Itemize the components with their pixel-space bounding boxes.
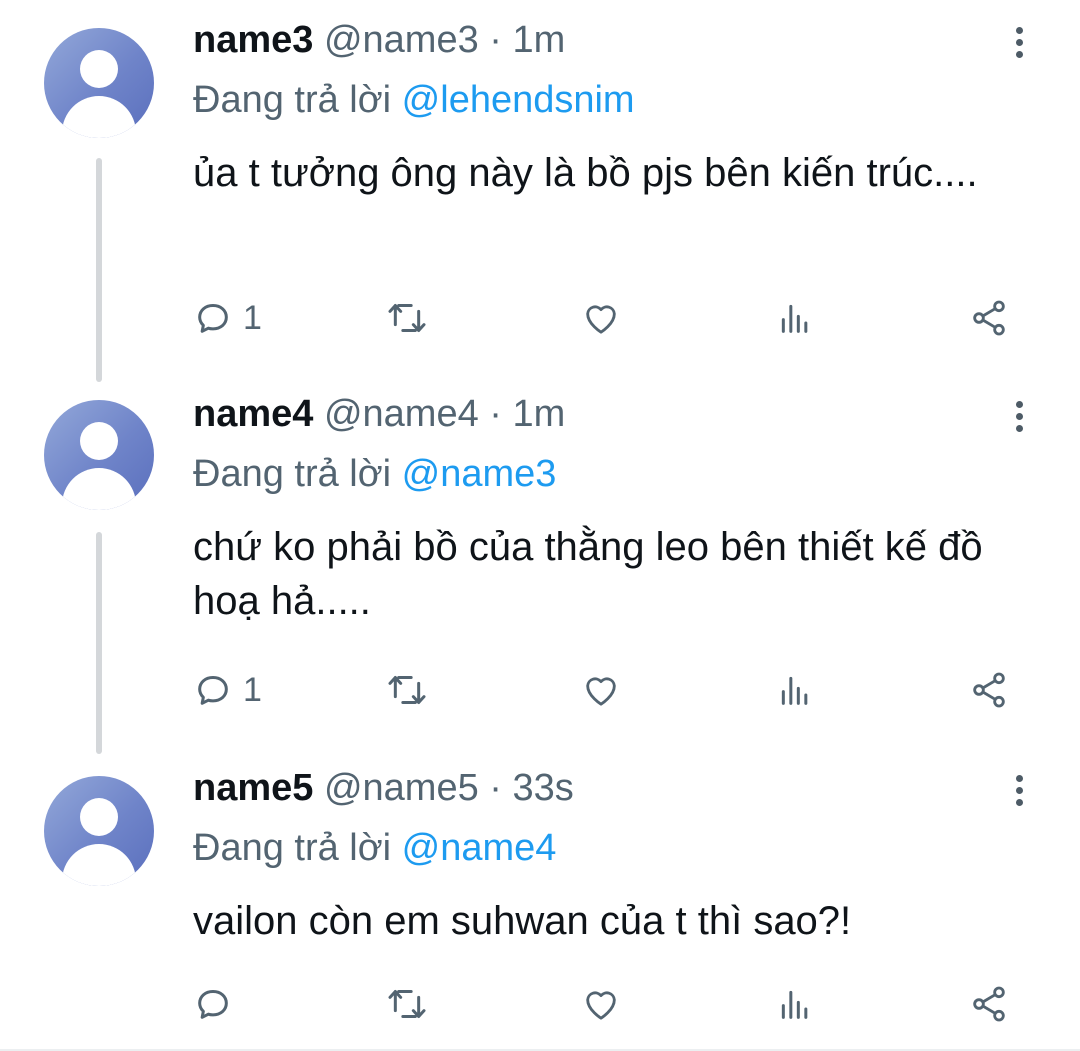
more-icon[interactable] — [1010, 22, 1030, 62]
share-icon — [973, 300, 1005, 336]
action-bar: 1 — [193, 668, 1023, 712]
reply-button[interactable] — [193, 982, 243, 1026]
tweet-text: chứ ko phải bồ của thằng leo bên thiết k… — [193, 525, 983, 623]
more-icon[interactable] — [1010, 396, 1030, 436]
mention-link[interactable]: @name3 — [402, 453, 557, 495]
like-button[interactable] — [580, 668, 622, 712]
replying-to: Đang trả lời @name3 — [193, 454, 556, 494]
tweet-3[interactable]: name5 @name5 · 33s Đang trả lời @name4 v… — [0, 750, 1080, 1051]
more-icon[interactable] — [1010, 770, 1030, 810]
share-icon — [973, 986, 1005, 1022]
reply-icon — [198, 304, 228, 333]
retweet-button[interactable] — [385, 982, 429, 1026]
display-name[interactable]: name3 — [193, 19, 313, 61]
reply-button[interactable]: 1 — [193, 668, 262, 712]
timestamp[interactable]: 33s — [513, 767, 574, 809]
user-handle[interactable]: @name5 — [324, 767, 479, 809]
timestamp[interactable]: 1m — [513, 393, 566, 435]
thread-line — [96, 532, 102, 754]
reply-prefix: Đang trả lời — [193, 453, 392, 495]
like-button[interactable] — [580, 296, 622, 340]
mention-link[interactable]: @name4 — [402, 827, 557, 869]
user-handle[interactable]: @name3 — [324, 19, 479, 61]
avatar[interactable] — [44, 400, 154, 510]
reply-count: 1 — [243, 671, 262, 709]
replying-to: Đang trả lời @lehendsnim — [193, 80, 635, 120]
retweet-button[interactable] — [385, 668, 429, 712]
reply-prefix: Đang trả lời — [193, 79, 392, 121]
reply-prefix: Đang trả lời — [193, 827, 392, 869]
views-icon — [781, 990, 808, 1019]
retweet-icon — [388, 304, 426, 332]
user-handle[interactable]: @name4 — [324, 393, 479, 435]
tweet-text: vailon còn em suhwan của t thì sao?! — [193, 899, 852, 943]
reply-count: 1 — [243, 299, 262, 337]
separator: · — [489, 767, 502, 809]
reply-button[interactable]: 1 — [193, 296, 262, 340]
separator: · — [489, 393, 502, 435]
mention-link[interactable]: @lehendsnim — [402, 79, 635, 121]
share-button[interactable] — [968, 982, 1010, 1026]
views-icon — [781, 304, 808, 333]
tweet-header: name3 @name3 · 1m — [193, 20, 565, 60]
reply-icon — [198, 676, 228, 705]
display-name[interactable]: name5 — [193, 767, 313, 809]
action-bar: 1 — [193, 296, 1023, 340]
retweet-icon — [388, 990, 426, 1018]
timestamp[interactable]: 1m — [513, 19, 566, 61]
reply-icon — [198, 990, 228, 1019]
avatar[interactable] — [44, 776, 154, 886]
reply-thread: name3 @name3 · 1m Đang trả lời @lehendsn… — [0, 0, 1080, 1051]
tweet-text: ủa t tưởng ông này là bồ pjs bên kiến tr… — [193, 151, 978, 195]
tweet-1[interactable]: name3 @name3 · 1m Đang trả lời @lehendsn… — [0, 0, 1080, 382]
share-button[interactable] — [968, 668, 1010, 712]
heart-icon — [586, 677, 616, 706]
replying-to: Đang trả lời @name4 — [193, 828, 556, 868]
heart-icon — [586, 991, 616, 1020]
separator: · — [489, 19, 502, 61]
display-name[interactable]: name4 — [193, 393, 313, 435]
views-icon — [781, 676, 808, 705]
thread-line — [96, 158, 102, 382]
views-button[interactable] — [775, 668, 815, 712]
tweet-2[interactable]: name4 @name4 · 1m Đang trả lời @name3 ch… — [0, 380, 1080, 754]
tweet-header: name4 @name4 · 1m — [193, 394, 565, 434]
action-bar — [193, 982, 1023, 1026]
retweet-button[interactable] — [385, 296, 429, 340]
share-icon — [973, 672, 1005, 708]
tweet-header: name5 @name5 · 33s — [193, 768, 574, 808]
views-button[interactable] — [775, 296, 815, 340]
share-button[interactable] — [968, 296, 1010, 340]
like-button[interactable] — [580, 982, 622, 1026]
heart-icon — [586, 305, 616, 334]
retweet-icon — [388, 676, 426, 704]
views-button[interactable] — [775, 982, 815, 1026]
avatar[interactable] — [44, 28, 154, 138]
